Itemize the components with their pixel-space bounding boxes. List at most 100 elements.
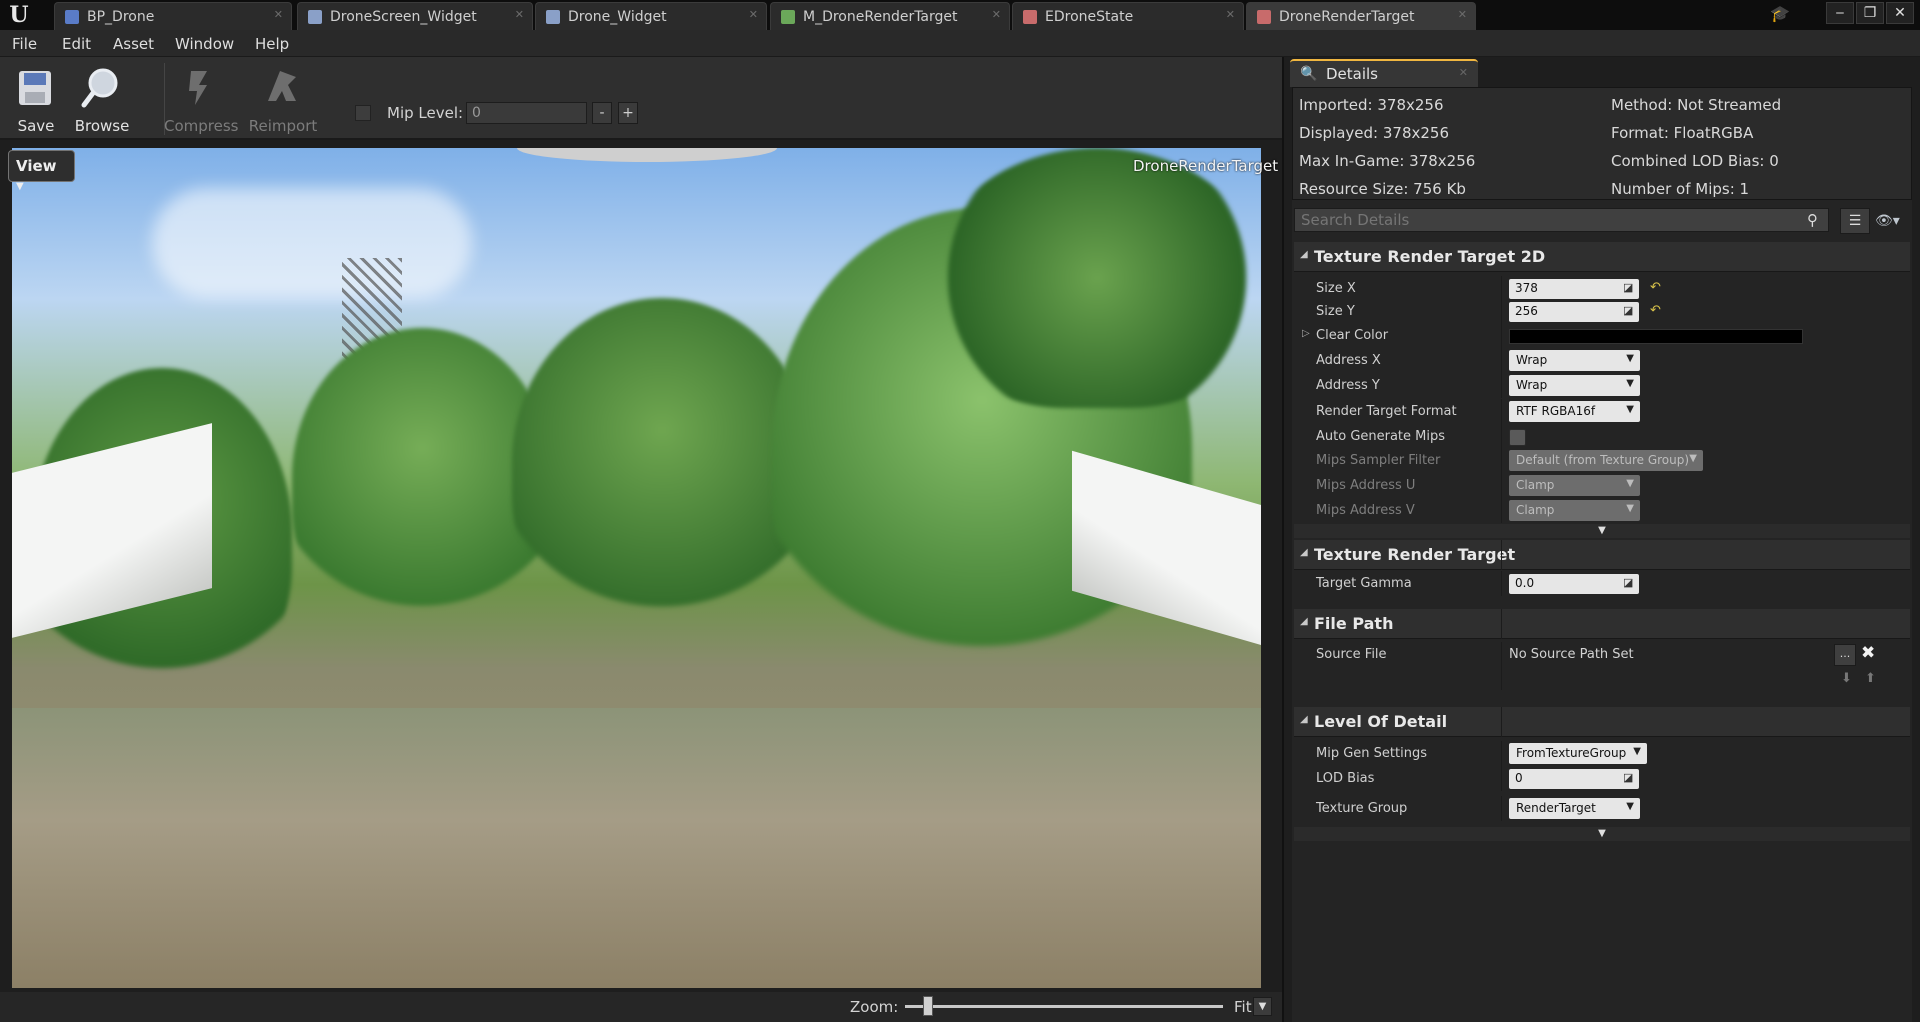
- mips-address-u-dropdown[interactable]: Clamp ▼: [1509, 475, 1640, 496]
- mip-level-checkbox[interactable]: [355, 105, 371, 121]
- tab-close-icon[interactable]: ✕: [1459, 66, 1468, 79]
- mip-decrement-button[interactable]: -: [592, 102, 612, 124]
- tab-close-icon[interactable]: ✕: [749, 8, 758, 21]
- address-y-dropdown[interactable]: Wrap ▼: [1509, 375, 1640, 396]
- section-texture-render-target-2d[interactable]: ◢ Texture Render Target 2D: [1294, 242, 1910, 272]
- prop-lod-bias: LOD Bias 0 ◪: [1294, 766, 1910, 791]
- compress-button[interactable]: Compress: [164, 61, 238, 137]
- menu-window[interactable]: Window: [175, 35, 234, 53]
- tab-close-icon[interactable]: ✕: [1458, 8, 1467, 21]
- clear-icon[interactable]: ✖: [1861, 643, 1881, 665]
- reset-to-default-icon[interactable]: ↶: [1650, 280, 1661, 295]
- tab-m-dronerendertarget[interactable]: M_DroneRenderTarget ✕: [770, 2, 1010, 30]
- prop-address-y: Address Y Wrap ▼: [1294, 373, 1910, 398]
- size-y-value: 256: [1515, 304, 1538, 318]
- restore-button[interactable]: ❐: [1856, 2, 1884, 24]
- material-icon: [781, 10, 795, 24]
- advanced-expand-toggle[interactable]: ▼: [1294, 524, 1910, 538]
- widget-icon: [308, 10, 322, 24]
- menu-edit[interactable]: Edit: [62, 35, 91, 53]
- section-level-of-detail[interactable]: ◢ Level Of Detail: [1294, 707, 1910, 737]
- mip-gen-settings-dropdown[interactable]: FromTextureGroup ▼: [1509, 743, 1647, 764]
- auto-generate-mips-checkbox[interactable]: [1509, 429, 1526, 446]
- column-splitter[interactable]: [1501, 399, 1502, 424]
- render-target-icon: [1257, 10, 1271, 24]
- column-splitter[interactable]: [1501, 348, 1502, 373]
- section-title: Texture Render Target: [1314, 545, 1516, 564]
- column-splitter[interactable]: [1501, 448, 1502, 473]
- column-splitter[interactable]: [1501, 766, 1502, 791]
- zoom-slider-thumb[interactable]: [923, 996, 933, 1016]
- column-splitter[interactable]: [1501, 276, 1502, 301]
- section-title: Level Of Detail: [1314, 712, 1448, 731]
- column-splitter[interactable]: [1501, 796, 1502, 821]
- section-texture-render-target[interactable]: ◢ Texture Render Target: [1294, 540, 1910, 570]
- eye-icon: 👁▾: [1875, 213, 1900, 229]
- mip-level-input[interactable]: 0: [466, 102, 587, 124]
- mips-address-v-dropdown[interactable]: Clamp ▼: [1509, 500, 1640, 521]
- column-splitter[interactable]: [1501, 373, 1502, 398]
- expand-arrow-icon[interactable]: ▷: [1302, 328, 1310, 339]
- mips-address-v-value: Clamp: [1516, 503, 1555, 517]
- tab-close-icon[interactable]: ✕: [992, 8, 1001, 21]
- arrow-down-icon[interactable]: ⬇: [1841, 671, 1852, 686]
- mips-address-u-value: Clamp: [1516, 478, 1555, 492]
- view-dropdown-button[interactable]: View ▼: [8, 150, 75, 192]
- search-details-input[interactable]: [1294, 208, 1829, 232]
- size-x-input[interactable]: 378 ◪: [1509, 279, 1639, 299]
- menu-file[interactable]: File: [12, 35, 37, 53]
- tab-bp-drone[interactable]: BP_Drone ✕: [54, 2, 292, 30]
- reimport-button[interactable]: Reimport: [247, 61, 319, 137]
- unreal-logo-icon[interactable]: U: [6, 3, 32, 27]
- column-splitter[interactable]: [1501, 571, 1502, 596]
- menu-asset[interactable]: Asset: [113, 35, 154, 53]
- texture-viewport[interactable]: [12, 148, 1261, 988]
- minimize-button[interactable]: ‒: [1826, 2, 1854, 24]
- mips-sampler-filter-dropdown[interactable]: Default (from Texture Group) ▼: [1509, 450, 1703, 471]
- render-target-format-dropdown[interactable]: RTF RGBA16f ▼: [1509, 401, 1640, 422]
- view-options-button[interactable]: ☰: [1840, 208, 1870, 234]
- visibility-options-button[interactable]: 👁▾: [1875, 209, 1911, 233]
- lod-bias-input[interactable]: 0 ◪: [1509, 769, 1639, 789]
- prop-source-file: Source File No Source Path Set ... ✖ ⬇ ⬆: [1294, 642, 1910, 690]
- save-button[interactable]: Save: [0, 61, 72, 137]
- column-splitter[interactable]: [1501, 473, 1502, 498]
- column-splitter[interactable]: [1501, 323, 1502, 348]
- reset-to-default-icon[interactable]: ↶: [1650, 303, 1661, 318]
- address-x-dropdown[interactable]: Wrap ▼: [1509, 350, 1640, 371]
- graduation-cap-icon[interactable]: 🎓: [1768, 4, 1792, 26]
- column-splitter: [1501, 609, 1502, 639]
- column-splitter[interactable]: [1501, 299, 1502, 324]
- arrow-up-icon[interactable]: ⬆: [1865, 671, 1876, 686]
- tab-edronestate[interactable]: EDroneState ✕: [1012, 2, 1244, 30]
- zoom-slider-track[interactable]: [905, 1005, 1223, 1008]
- tab-dronescreen-widget[interactable]: DroneScreen_Widget ✕: [297, 2, 533, 30]
- clear-color-swatch[interactable]: [1509, 329, 1803, 344]
- tab-close-icon[interactable]: ✕: [515, 8, 524, 21]
- menu-help[interactable]: Help: [255, 35, 289, 53]
- texture-group-value: RenderTarget: [1516, 801, 1596, 815]
- details-tab[interactable]: 🔍 Details ✕: [1290, 59, 1478, 87]
- tab-close-icon[interactable]: ✕: [1226, 8, 1235, 21]
- column-splitter[interactable]: [1501, 642, 1502, 690]
- browse-file-button[interactable]: ...: [1834, 644, 1856, 666]
- column-splitter[interactable]: [1501, 424, 1502, 449]
- zoom-dropdown-button[interactable]: ▼: [1253, 997, 1272, 1016]
- close-button[interactable]: ✕: [1886, 2, 1914, 24]
- tab-dronerendertarget[interactable]: DroneRenderTarget ✕: [1246, 2, 1476, 30]
- tab-close-icon[interactable]: ✕: [274, 8, 283, 21]
- tab-drone-widget[interactable]: Drone_Widget ✕: [535, 2, 767, 30]
- section-file-path[interactable]: ◢ File Path: [1294, 609, 1910, 639]
- tab-label: DroneRenderTarget: [1279, 9, 1415, 25]
- browse-button[interactable]: Browse: [66, 61, 138, 137]
- mip-increment-button[interactable]: +: [618, 102, 638, 124]
- prop-mip-gen-settings: Mip Gen Settings FromTextureGroup ▼: [1294, 741, 1910, 766]
- advanced-expand-toggle[interactable]: ▼: [1294, 827, 1910, 841]
- target-gamma-input[interactable]: 0.0 ◪: [1509, 574, 1639, 594]
- texture-group-dropdown[interactable]: RenderTarget ▼: [1509, 798, 1640, 819]
- column-splitter[interactable]: [1501, 741, 1502, 766]
- size-y-input[interactable]: 256 ◪: [1509, 302, 1639, 322]
- ground-shape: [12, 708, 1261, 988]
- tab-label: EDroneState: [1045, 9, 1134, 25]
- column-splitter[interactable]: [1501, 498, 1502, 523]
